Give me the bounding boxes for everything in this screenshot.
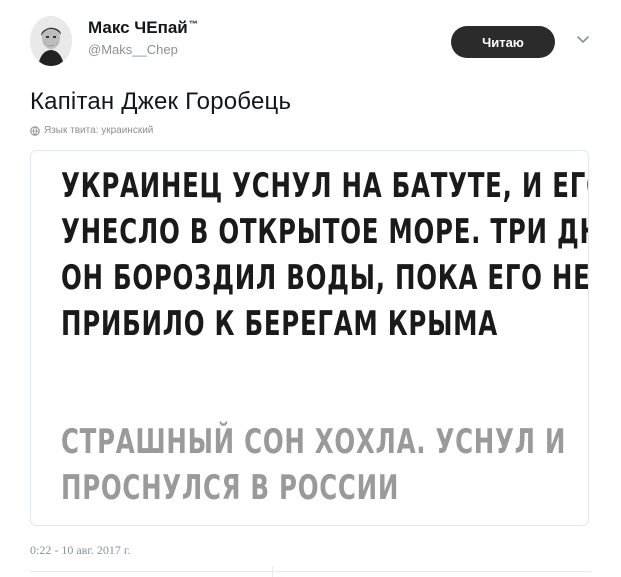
- meme-sub-line: ПРОСНУЛСЯ В РОССИИ: [61, 468, 400, 508]
- chevron-down-icon[interactable]: [577, 36, 589, 44]
- display-name[interactable]: Макс ЧЕпай ™: [88, 18, 198, 38]
- globe-icon: [30, 125, 40, 136]
- tweet-language-note: Язык твита: украинский: [30, 125, 153, 136]
- trademark-mark: ™: [188, 19, 198, 29]
- tweet-image[interactable]: УКРАИНЕЦ УСНУЛ НА БАТУТЕ, И ЕГО УНЕСЛО В…: [30, 150, 589, 526]
- meme-main-line: УКРАИНЕЦ УСНУЛ НА БАТУТЕ, И ЕГО: [61, 166, 589, 206]
- language-note-text: Язык твита: украинский: [44, 125, 154, 136]
- meme-main-line: ПРИБИЛО К БЕРЕГАМ КРЫМА: [61, 304, 498, 344]
- meme-sub-line: СТРАШНЫЙ СОН ХОХЛА. УСНУЛ И: [61, 422, 567, 462]
- display-name-text[interactable]: Макс ЧЕпай: [88, 18, 188, 38]
- divider: [272, 566, 273, 577]
- user-handle[interactable]: @Maks__Chep: [88, 42, 198, 57]
- meme-main-line: УНЕСЛО В ОТКРЫТОЕ МОРЕ. ТРИ ДНЯ: [61, 212, 589, 252]
- user-block: Макс ЧЕпай ™ @Maks__Chep: [88, 18, 198, 57]
- avatar[interactable]: [30, 16, 72, 66]
- avatar-portrait: [30, 16, 72, 66]
- tweet-text: Капітан Джек Горобець: [30, 88, 292, 115]
- following-button[interactable]: Читаю: [451, 26, 555, 58]
- tweet-header: Макс ЧЕпай ™ @Maks__Chep Читаю: [30, 14, 591, 70]
- meme-main-line: ОН БОРОЗДИЛ ВОДЫ, ПОКА ЕГО НЕ: [61, 258, 589, 298]
- divider: [30, 571, 591, 572]
- tweet-timestamp[interactable]: 0:22 - 10 авг. 2017 г.: [30, 543, 130, 558]
